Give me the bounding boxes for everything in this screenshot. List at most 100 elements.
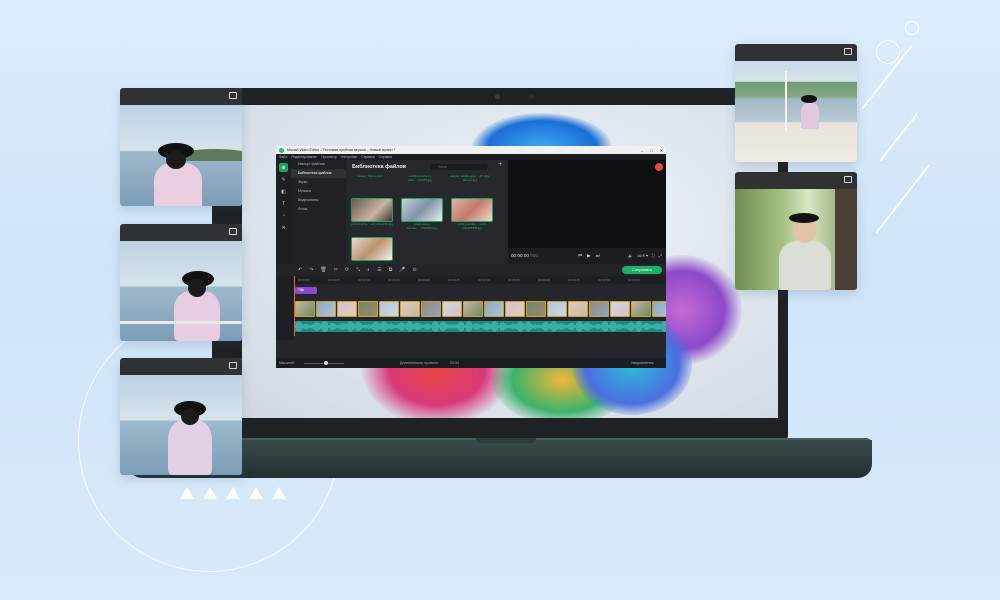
nav-file-library[interactable]: Библиотека файлов (291, 169, 346, 178)
video-clip[interactable] (463, 301, 483, 317)
library-thumbnail[interactable] (351, 237, 393, 261)
wand-icon[interactable]: ✎ (279, 175, 288, 184)
photo-card (120, 224, 242, 341)
redo-icon[interactable]: ↷ (309, 267, 313, 273)
save-button[interactable]: Сохранить (622, 266, 662, 274)
decorative-triangles (180, 487, 286, 499)
play-icon[interactable]: ▶ (587, 253, 591, 259)
video-clip[interactable] (337, 301, 357, 317)
window-restore-icon[interactable] (229, 362, 237, 369)
nav-video-clips[interactable]: Видеоклипы (291, 196, 346, 205)
microphone-icon[interactable]: 🎤 (399, 267, 405, 273)
video-clip[interactable] (568, 301, 588, 317)
audio-track[interactable] (294, 321, 666, 332)
video-clip[interactable] (295, 301, 315, 317)
cut-icon[interactable]: ✂ (334, 267, 338, 273)
status-bar: Масштаб Длительность проекта: 00:34 Увед… (276, 358, 666, 368)
import-icon[interactable]: ⊕ (279, 163, 288, 172)
menu-file[interactable]: Файл (279, 155, 287, 159)
decorative-line (879, 113, 918, 162)
ruler-label: 00:00:50 (598, 278, 610, 282)
ruler-label: 00:00:45 (568, 278, 580, 282)
railing (120, 321, 242, 324)
rotate-icon[interactable]: ⟳ (345, 267, 349, 273)
ruler-label: 00:00:55 (628, 278, 640, 282)
timeline-ruler[interactable]: 00:00:00 00:00:05 00:00:10 00:00:15 00:0… (276, 276, 666, 284)
library-thumbnail[interactable] (451, 198, 493, 222)
video-clip[interactable] (631, 301, 651, 317)
nav-sounds[interactable]: Звуки (291, 178, 346, 187)
delete-icon[interactable]: 🗑 (320, 267, 326, 273)
minimize-button[interactable]: – (641, 148, 643, 153)
video-clip[interactable] (379, 301, 399, 317)
color-icon[interactable]: ◐ (367, 267, 370, 273)
video-clip[interactable] (400, 301, 420, 317)
photo-card (120, 88, 242, 206)
fullscreen-icon[interactable]: ⛶ (652, 253, 655, 258)
nav-music[interactable]: Музыка (291, 187, 346, 196)
shirt (154, 163, 202, 206)
clip-properties-icon[interactable]: ☰ (377, 267, 381, 273)
library-caption: portrait-of-a-…-cd_d6a4b5c.jpg (351, 222, 393, 226)
window-restore-icon[interactable] (229, 228, 237, 235)
close-button[interactable]: ✕ (660, 148, 663, 153)
skip-forward-icon[interactable]: ⏭ (596, 253, 600, 259)
window-restore-icon[interactable] (844, 176, 852, 183)
menu-help[interactable]: Справка (361, 155, 374, 159)
video-clip[interactable] (484, 301, 504, 317)
library-search-input[interactable]: Поиск (430, 164, 488, 170)
video-clip[interactable] (442, 301, 462, 317)
menu-view[interactable]: Просмотр (321, 155, 337, 159)
more-tools-icon[interactable]: ✕ (279, 223, 288, 232)
title-clip[interactable]: Title (295, 287, 317, 294)
hoodie (779, 241, 831, 290)
transitions-icon[interactable]: ◧ (279, 187, 288, 196)
video-editor-window: Movavi Video Editor – Тестовая пробная в… (276, 146, 666, 368)
video-clip[interactable] (316, 301, 336, 317)
library-thumbnail[interactable] (351, 198, 393, 222)
video-clip[interactable] (358, 301, 378, 317)
video-clip[interactable] (421, 301, 441, 317)
library-thumbnail[interactable] (401, 198, 443, 222)
nav-backgrounds[interactable]: Фоны (291, 205, 346, 214)
video-clip[interactable] (505, 301, 525, 317)
video-clip[interactable] (589, 301, 609, 317)
video-clip[interactable] (652, 301, 666, 317)
playhead[interactable] (294, 276, 295, 336)
menu-help-2[interactable]: Справка (379, 155, 392, 159)
overlay-icon[interactable]: ⧉ (389, 267, 393, 273)
ruler-label: 00:00:15 (388, 278, 400, 282)
photo-man-park (735, 189, 857, 290)
decorative-line (875, 164, 930, 234)
stickers-icon[interactable]: ◔ (279, 211, 288, 220)
aspect-ratio-select[interactable]: 16:9 ▾ (637, 253, 648, 258)
video-clip[interactable] (547, 301, 567, 317)
crop-icon[interactable]: ⤡ (356, 267, 360, 273)
undo-icon[interactable]: ↶ (298, 267, 302, 273)
camera-dot (495, 94, 500, 99)
zoom-label: Масштаб (279, 361, 295, 365)
nav-import-files[interactable]: Импорт файлов (291, 160, 346, 169)
photo-card (735, 44, 857, 162)
add-file-button[interactable]: + (498, 162, 502, 168)
titles-icon[interactable]: T (279, 199, 288, 208)
zoom-slider-handle[interactable] (324, 361, 328, 365)
duration-value: 00:34 (450, 361, 459, 365)
camera-dot (529, 94, 534, 99)
maximize-button[interactable]: □ (650, 148, 652, 153)
record-icon[interactable] (655, 163, 663, 171)
detach-preview-icon[interactable]: ⤢ (659, 253, 662, 258)
window-restore-icon[interactable] (229, 92, 237, 99)
menu-settings[interactable]: Настройки (341, 155, 358, 159)
window-restore-icon[interactable] (844, 48, 852, 55)
ruler-label: 00:00:35 (508, 278, 520, 282)
volume-icon[interactable]: 🔈 (628, 253, 633, 258)
video-track[interactable] (295, 301, 666, 317)
video-clip[interactable] (610, 301, 630, 317)
video-clip[interactable] (526, 301, 546, 317)
library-caption: wedding-party-in-pink-…-00075.jpg (408, 174, 432, 182)
skip-back-icon[interactable]: ⏮ (578, 253, 582, 259)
notifications-link[interactable]: Уведомления (631, 361, 653, 365)
menu-edit[interactable]: Редактирование (291, 155, 317, 159)
webcam-icon[interactable]: ⊙ (413, 267, 417, 273)
